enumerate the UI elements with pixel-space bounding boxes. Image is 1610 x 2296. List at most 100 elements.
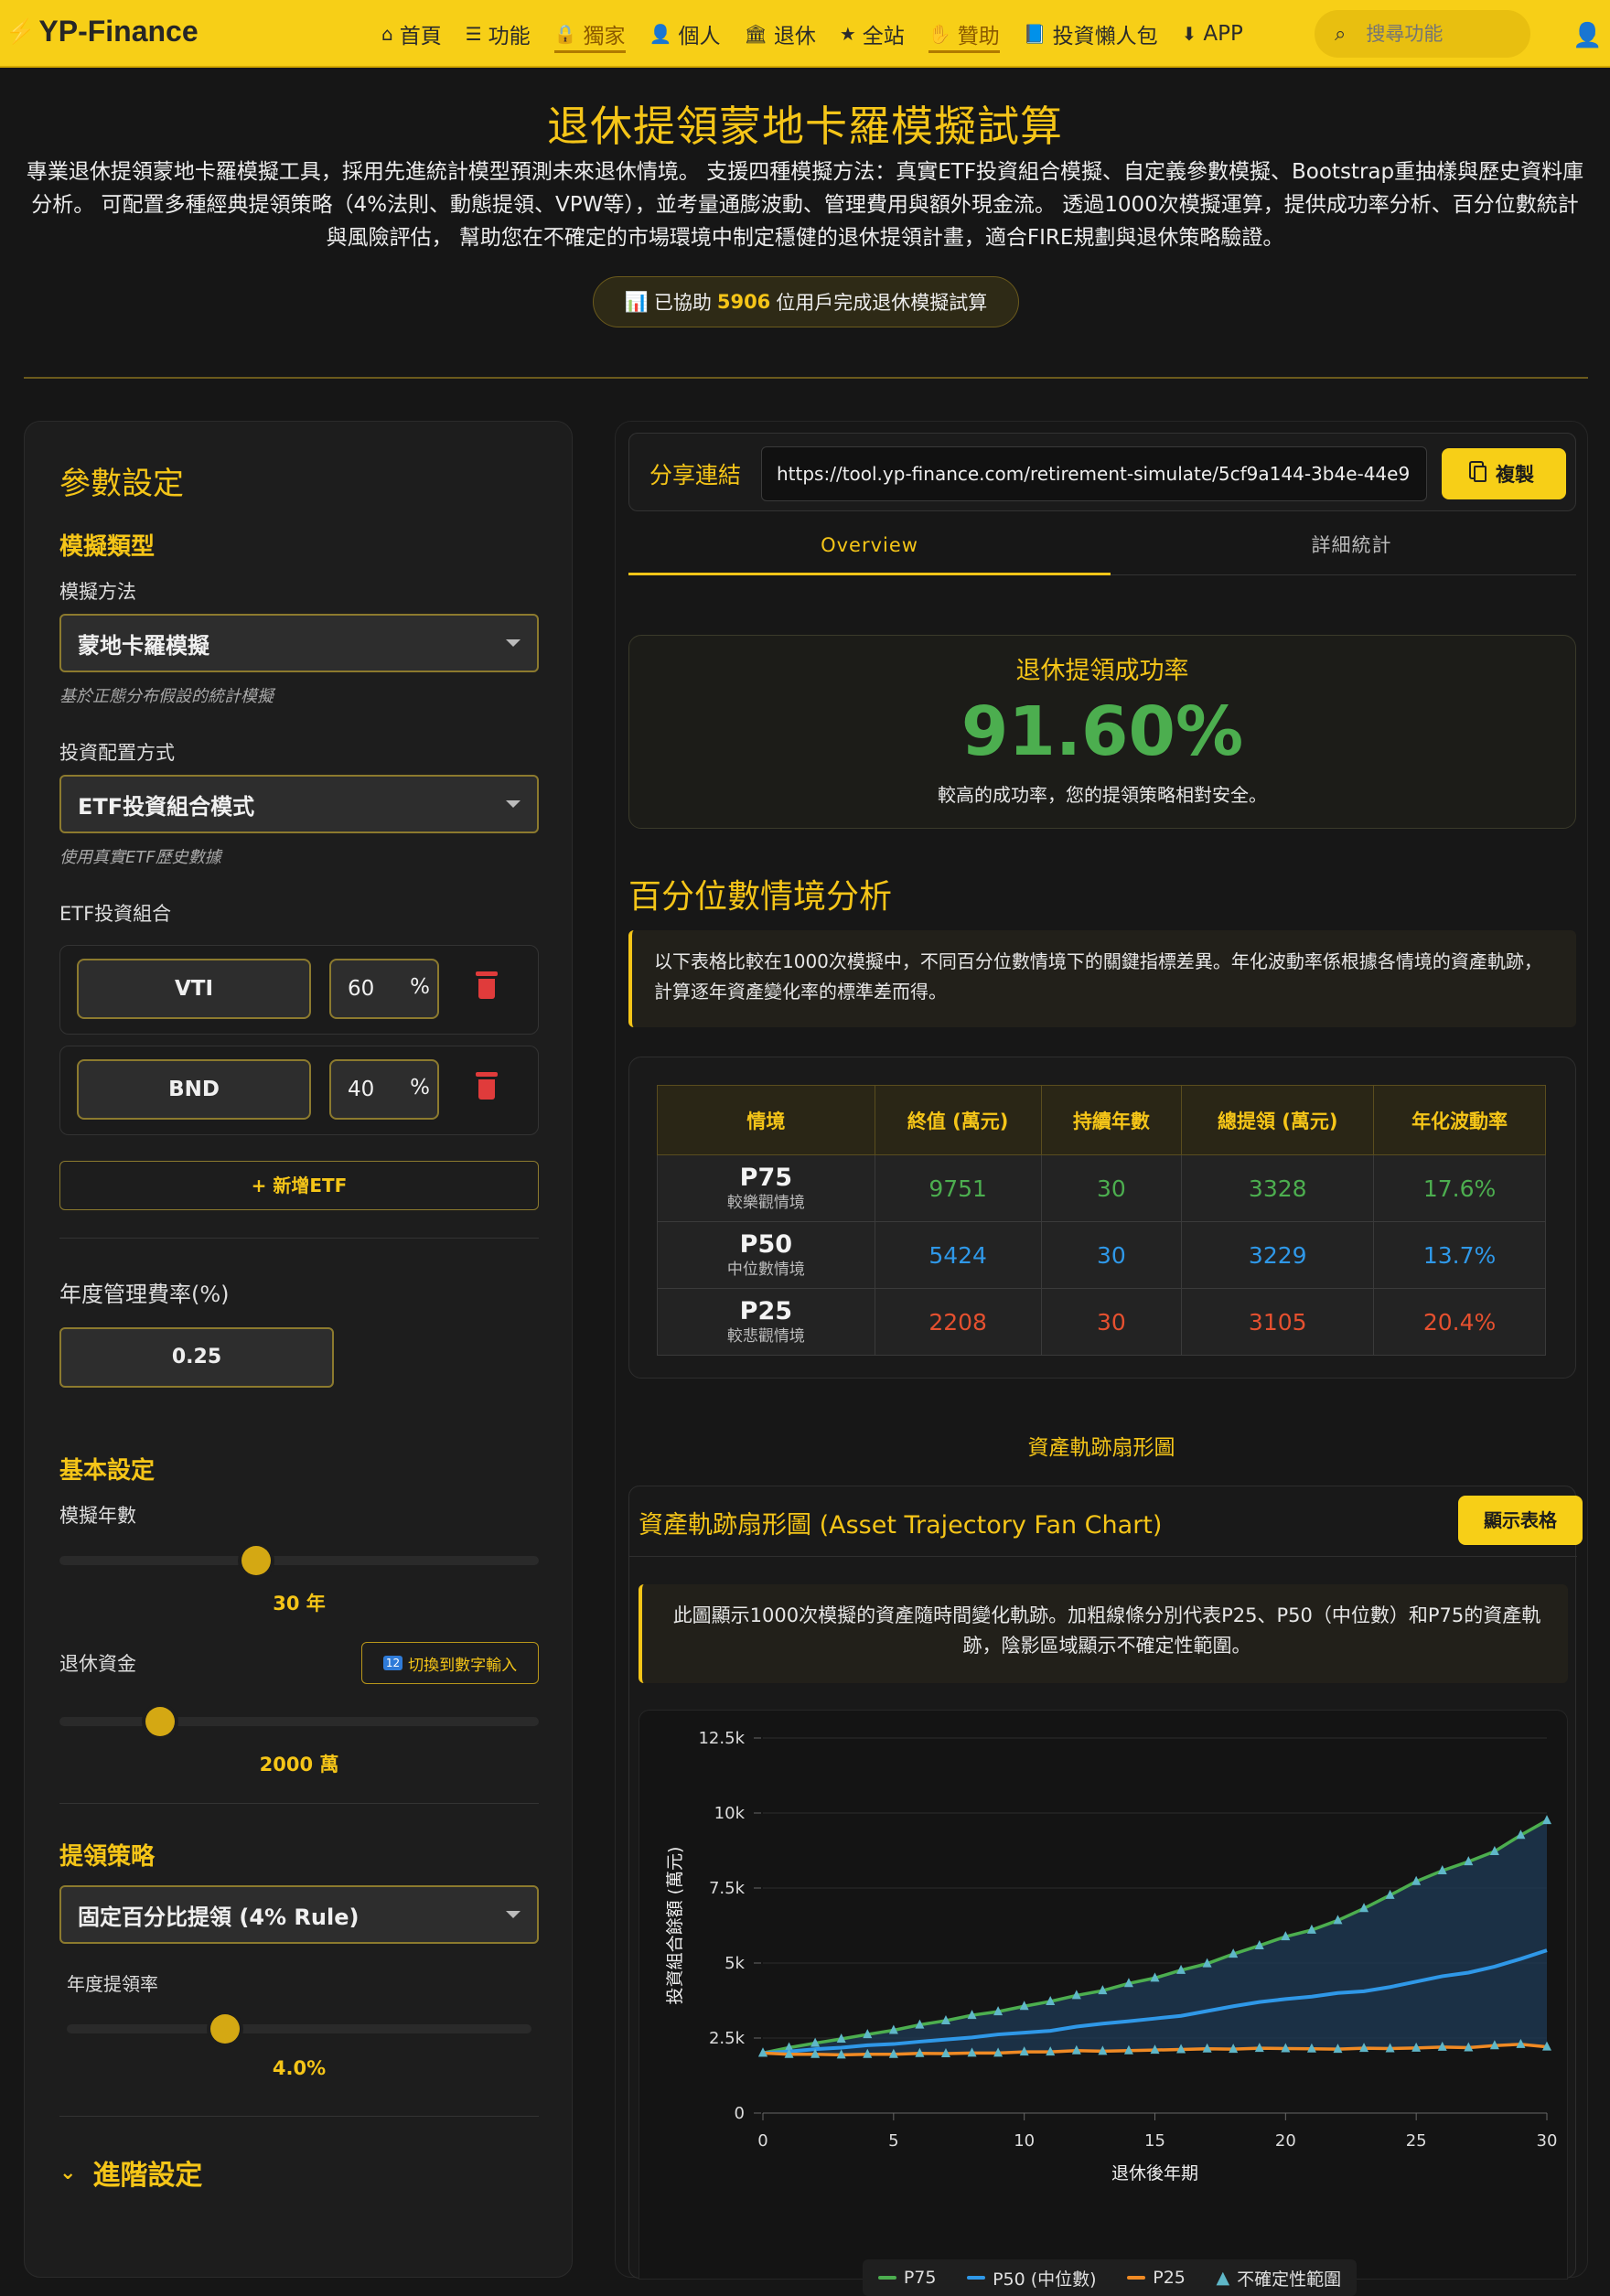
fan-chart-note: 此圖顯示1000次模擬的資產隨時間變化軌跡。加粗線條分別代表P25、P50（中位… — [639, 1584, 1568, 1683]
final-value-cell: 2208 — [874, 1288, 1042, 1356]
nav-item-book[interactable]: 📘 投資懶人包 — [1012, 0, 1170, 68]
search-box[interactable]: ⌕ — [1315, 10, 1530, 58]
band-marker — [1542, 1815, 1551, 1825]
etf-pct-value: 60 — [348, 977, 375, 1001]
x-tick-label: 20 — [1275, 2131, 1296, 2151]
show-table-button[interactable]: 顯示表格 — [1458, 1496, 1583, 1545]
table-row: P75 較樂觀情境 9751 30 3328 17.6% — [657, 1154, 1546, 1222]
nav-item-label: 贊助 — [957, 25, 1000, 48]
chart-area: 0 2.5k 5k 7.5k 10k 12.5k 0 5 10 15 20 25 30 退休後年期 投資組合… — [639, 1710, 1568, 2296]
volatility-cell: 17.6% — [1373, 1154, 1546, 1222]
alloc-select[interactable]: ETF投資組合模式 — [59, 775, 539, 833]
search-icon: ⌕ — [1335, 22, 1347, 46]
success-value: 91.60% — [961, 692, 1244, 771]
fee-input[interactable]: 0.25 — [59, 1327, 334, 1388]
trash-icon[interactable] — [476, 971, 498, 999]
params-panel: 參數設定 模擬類型 模擬方法 蒙地卡羅模擬 基於正態分布假設的統計模擬 投資配置… — [24, 421, 573, 2278]
site-logo[interactable]: ⚡ YP-Finance — [5, 15, 199, 48]
badge-suffix: 位用戶完成退休模擬試算 — [776, 292, 988, 314]
x-tick-label: 15 — [1144, 2131, 1165, 2151]
slider-thumb[interactable] — [145, 1707, 176, 1736]
section-divider — [24, 377, 1588, 379]
nav-item-person[interactable]: 👤 個人 — [638, 0, 733, 68]
nav-item-label: 退休 — [773, 25, 816, 48]
nav-item-list[interactable]: ☰ 功能 — [454, 0, 542, 68]
years-slider[interactable] — [59, 1546, 539, 1575]
years-cell: 30 — [1040, 1154, 1183, 1222]
etf-ticker-input[interactable]: BND — [77, 1059, 311, 1120]
slider-thumb[interactable] — [241, 1546, 271, 1575]
years-cell: 30 — [1040, 1288, 1183, 1356]
legend-item[interactable]: ▲ 不確定性範圍 — [1217, 2266, 1342, 2291]
pct-sign: % — [410, 1076, 430, 1100]
scenario-cell: P50 中位數情境 — [657, 1221, 875, 1289]
etf-ticker-input[interactable]: VTI — [77, 959, 311, 1019]
advanced-toggle[interactable]: ⌄ 進階設定 — [59, 2152, 202, 2193]
etf-row: BND 40% — [59, 1046, 539, 1135]
table-row: P25 較悲觀情境 2208 30 3105 20.4% — [657, 1288, 1546, 1356]
tab-detailed-stats[interactable]: 詳細統計 — [1111, 524, 1593, 575]
y-tick-label: 2.5k — [709, 2029, 746, 2048]
user-icon[interactable]: 👤 — [1572, 22, 1602, 49]
withdraw-heading: 提領策略 — [59, 1843, 156, 1871]
table-header: 年化波動率 — [1373, 1085, 1546, 1155]
total-withdraw-cell: 3229 — [1181, 1221, 1375, 1289]
badge-prefix: 已協助 — [653, 292, 712, 314]
etf-pct-input[interactable]: 60% — [329, 959, 439, 1019]
share-label: 分享連結 — [649, 462, 742, 488]
x-tick-label: 30 — [1537, 2131, 1558, 2151]
share-box: 分享連結 https://tool.yp-finance.com/retirem… — [628, 433, 1576, 511]
strategy-select[interactable]: 固定百分比提領 (4% Rule) — [59, 1885, 539, 1944]
chevron-down-icon: ⌄ — [59, 2161, 77, 2184]
search-input[interactable] — [1366, 23, 1504, 45]
rate-slider[interactable] — [67, 2014, 531, 2044]
legend-item[interactable]: P50 (中位數) — [967, 2266, 1097, 2291]
scenario-sub: 較樂觀情境 — [726, 1194, 805, 1212]
legend-item[interactable]: P25 — [1127, 2268, 1186, 2288]
scenario-sub: 較悲觀情境 — [726, 1327, 805, 1346]
copy-button[interactable]: 複製 — [1442, 448, 1566, 499]
trash-icon[interactable] — [476, 1072, 498, 1100]
etf-pct-input[interactable]: 40% — [329, 1059, 439, 1120]
nav-item-lock[interactable]: 🔒 獨家 — [542, 0, 638, 68]
add-etf-button[interactable]: + 新增ETF — [59, 1161, 539, 1210]
slider-thumb[interactable] — [209, 2014, 240, 2044]
bank-icon: 🏛 — [744, 23, 767, 45]
divider — [59, 1238, 539, 1239]
nav-item-star[interactable]: ★ 全站 — [828, 0, 917, 68]
numbers-icon: 12 — [382, 1656, 403, 1670]
y-tick-label: 7.5k — [709, 1879, 746, 1898]
percentile-table-card: 情境 終值 (萬元) 持續年數 總提領 (萬元) 年化波動率 P75 較樂觀情境 … — [628, 1057, 1576, 1379]
legend-item[interactable]: P75 — [877, 2268, 936, 2288]
capital-slider[interactable] — [59, 1707, 539, 1736]
legend-label: P50 (中位數) — [993, 2269, 1097, 2290]
share-url-field[interactable]: https://tool.yp-finance.com/retirement-s… — [761, 446, 1427, 501]
toggle-number-input-button[interactable]: 12 切換到數字輸入 — [361, 1642, 539, 1684]
tab-overview[interactable]: Overview — [628, 524, 1111, 575]
y-tick-label: 10k — [714, 1804, 746, 1823]
x-tick-label: 25 — [1406, 2131, 1427, 2151]
x-tick-label: 0 — [757, 2131, 767, 2151]
sim-type-heading: 模擬類型 — [59, 533, 156, 561]
triangle-icon: ▲ — [1216, 2268, 1230, 2288]
book-icon: 📘 — [1023, 23, 1046, 45]
nav-item-label: 獨家 — [583, 25, 626, 48]
nav-item-download[interactable]: ⬇ APP — [1170, 0, 1255, 68]
table-row: P50 中位數情境 5424 30 3229 13.7% — [657, 1221, 1546, 1289]
x-tick-label: 10 — [1014, 2131, 1035, 2151]
nav-item-bank[interactable]: 🏛 退休 — [732, 0, 827, 68]
nav-item-label: APP — [1203, 22, 1243, 46]
etf-row: VTI 60% — [59, 945, 539, 1035]
nav-item-donate[interactable]: ✋ 贊助 — [917, 0, 1012, 68]
capital-value: 2000 萬 — [259, 1754, 339, 1776]
badge-count: 5906 — [716, 291, 771, 313]
page-title: 退休提領蒙地卡羅模擬試算 — [547, 102, 1063, 151]
basic-heading: 基本設定 — [59, 1457, 156, 1485]
nav-item-label: 功能 — [488, 25, 531, 48]
method-select[interactable]: 蒙地卡羅模擬 — [59, 614, 539, 672]
divider — [59, 1803, 539, 1804]
nav-item-home[interactable]: ⌂ 首頁 — [370, 0, 454, 68]
top-navbar: ⚡ YP-Finance ⌂ 首頁 ☰ 功能 🔒 獨家 👤 個人 🏛 退休 ★ 全站 ✋ 贊助 📘 投資懶人包 ⬇… — [0, 0, 1610, 68]
alloc-hint: 使用真實ETF歷史數據 — [59, 848, 221, 867]
volatility-cell: 13.7% — [1373, 1221, 1546, 1289]
